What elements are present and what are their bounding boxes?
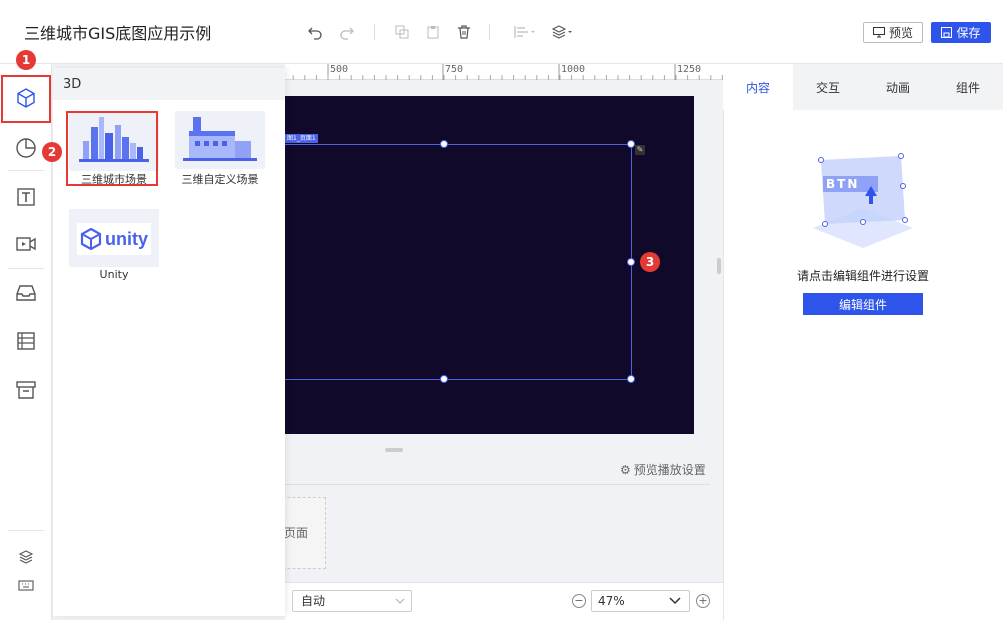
illustration-label: BTN [826,177,860,191]
unity-cube-icon [80,228,102,250]
tab-interaction[interactable]: 交互 [793,64,863,110]
layer-dropdown-icon[interactable] [550,22,576,42]
app-title: 三维城市GIS底图应用示例 [24,24,212,43]
monitor-icon [872,27,885,38]
resize-handle[interactable] [627,375,635,383]
chevron-down-icon [669,597,681,605]
toolbar-divider [489,24,490,40]
tile-label: Unity [99,268,129,281]
save-button[interactable]: 保存 [931,22,991,43]
vertical-scrollbar[interactable] [717,258,721,274]
rail-text-button[interactable] [6,177,46,217]
preview-label: 预览 [888,26,913,40]
tab-content[interactable]: 内容 [723,64,793,110]
text-icon [17,188,35,206]
rail-archive-button[interactable] [6,370,46,410]
tab-animation[interactable]: 动画 [863,64,933,110]
page-thumbnail-label: 页面 [284,526,309,540]
tile-3d-custom-scene[interactable] [175,111,265,169]
undo-icon[interactable] [305,22,325,42]
chevron-down-icon [395,598,405,604]
unity-logo-text: unity [105,228,148,249]
align-dropdown-icon[interactable] [512,22,538,42]
zoom-value: 47% [598,594,625,608]
rail-divider [8,530,44,531]
scale-mode-select[interactable]: 自动 [292,590,412,612]
ruler-label: 500 [330,64,349,75]
empty-state-illustration: BTN [803,150,923,250]
tile-label: 三维自定义场景 [181,173,259,186]
horizontal-scrollbar[interactable] [385,448,403,452]
paste-icon[interactable] [423,22,443,42]
factory-scene-icon [183,117,257,161]
top-toolbar: 三维城市GIS底图应用示例 预览 保存 [0,0,1003,64]
ruler-label: 1000 [561,64,586,75]
tab-component[interactable]: 组件 [933,64,1003,110]
properties-panel [723,64,1003,620]
pie-chart-icon [16,138,36,158]
rail-container-button[interactable] [6,273,46,313]
rail-table-button[interactable] [6,321,46,361]
archive-icon [16,381,36,399]
inbox-icon [16,285,36,301]
toolbar-divider [374,24,375,40]
horizontal-ruler: 500 750 1000 1250 [285,64,723,80]
save-label: 保存 [956,26,981,40]
preview-play-settings-label: 预览播放设置 [633,463,706,477]
panel-title: 3D [63,77,82,92]
delete-icon[interactable] [454,22,474,42]
resize-handle[interactable] [440,140,448,148]
panel-header: 3D [53,68,285,100]
annotation-badge-3: 3 [640,252,660,272]
ruler-label: 1250 [677,64,702,75]
selection-tag: 图1_页面1 [285,134,318,143]
resize-handle[interactable] [627,258,635,266]
save-icon [941,27,953,38]
zoom-in-icon[interactable]: + [696,594,710,608]
tile-label: 三维城市场景 [81,173,147,186]
annotation-badge-1: 1 [16,50,36,70]
selected-component-frame[interactable] [284,144,632,380]
table-icon [17,332,35,350]
rail-divider [8,268,44,269]
gear-icon: ⚙ [620,462,631,477]
edit-corner-icon[interactable]: ✎ [635,145,645,155]
preview-play-settings[interactable]: ⚙ 预览播放设置 [620,461,706,478]
preview-button[interactable]: 预览 [863,22,923,43]
divider [285,484,710,485]
annotation-box-1 [1,75,51,123]
unity-logo: unity [77,223,151,255]
resize-handle[interactable] [440,375,448,383]
rail-keyboard-button[interactable] [6,570,46,600]
empty-state-text: 请点击编辑组件进行设置 [796,269,929,283]
keyboard-icon [18,580,34,591]
redo-icon[interactable] [337,22,357,42]
zoom-select[interactable]: 47% [591,590,690,612]
tile-unity[interactable]: unity [69,209,159,267]
video-icon [16,237,36,251]
copy-icon[interactable] [392,22,412,42]
edit-component-button[interactable]: 编辑组件 [803,293,923,315]
rail-layers-button[interactable] [6,542,46,572]
rail-media-button[interactable] [6,224,46,264]
scale-mode-value: 自动 [301,594,326,608]
zoom-out-icon[interactable]: − [572,594,586,608]
rail-chart-button[interactable] [6,128,46,168]
ruler-label: 750 [445,64,464,75]
rail-divider [8,170,44,171]
resize-handle[interactable] [627,140,635,148]
layers-icon [18,550,34,564]
annotation-badge-2: 2 [42,142,62,162]
